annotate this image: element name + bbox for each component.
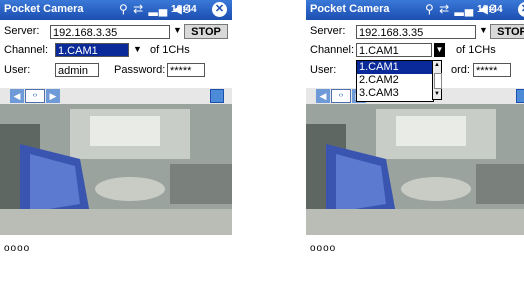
camera-nav-bar: ◀ ‹› ▶ (0, 88, 232, 104)
channel-dropdown-list: 1.CAM1 2.CAM2 3.CAM3 (356, 60, 434, 102)
password-label: ord: (451, 64, 470, 76)
phone-screen-right: Pocket Camera ⚲ ⇄ ▂▄ ◀€ 10:44 ✕ Server: … (306, 0, 524, 291)
server-field[interactable]: 192.168.3.35 (356, 25, 476, 39)
pan-icon[interactable]: ‹› (25, 89, 45, 103)
channel-count: of 1CHs (150, 44, 190, 56)
video-frame (306, 104, 524, 235)
camera-video-view (0, 104, 232, 235)
chevron-down-icon[interactable]: ▼ (173, 25, 182, 35)
video-frame (0, 104, 232, 235)
scroll-thumb[interactable] (434, 73, 442, 89)
server-label: Server: (310, 25, 346, 37)
scroll-up-icon[interactable]: ▲ (433, 61, 441, 70)
layout-icon[interactable] (210, 89, 224, 103)
channel-option[interactable]: 2.CAM2 (357, 74, 433, 87)
close-icon[interactable]: ✕ (518, 2, 524, 17)
stop-button[interactable]: STOP (490, 24, 524, 39)
server-field[interactable]: 192.168.3.35 (50, 25, 170, 39)
stop-button[interactable]: STOP (184, 24, 228, 39)
close-icon[interactable]: ✕ (212, 2, 227, 17)
prev-arrow-icon[interactable]: ◀ (316, 89, 330, 103)
layout-icon[interactable] (516, 89, 524, 103)
channel-select[interactable]: 1.CAM1 (55, 43, 129, 57)
clock: 10:44 (477, 4, 503, 15)
channel-option[interactable]: 3.CAM3 (357, 87, 433, 100)
clock: 10:44 (171, 4, 197, 15)
page-indicator: oooo (310, 243, 337, 254)
user-field[interactable]: admin (55, 63, 99, 77)
user-label: User: (310, 64, 337, 76)
app-title: Pocket Camera (310, 3, 390, 15)
server-label: Server: (4, 25, 40, 37)
dropdown-scrollbar[interactable]: ▲ ▼ (432, 60, 442, 100)
channel-select[interactable]: 1.CAM1 (356, 43, 432, 57)
prev-arrow-icon[interactable]: ◀ (10, 89, 24, 103)
page-indicator: oooo (4, 243, 31, 254)
phone-screen-left: Pocket Camera ⚲ ⇄ ▂▄ ◀€ 10:44 ✕ Server: … (0, 0, 232, 291)
password-field[interactable]: ***** (473, 63, 511, 77)
password-field[interactable]: ***** (167, 63, 205, 77)
title-bar: Pocket Camera ⚲ ⇄ ▂▄ ◀€ 10:44 ✕ (306, 0, 524, 20)
camera-video-view (306, 104, 524, 235)
chevron-down-icon[interactable]: ▼ (133, 44, 142, 54)
channel-count: of 1CHs (456, 44, 496, 56)
channel-label: Channel: (310, 44, 355, 56)
pan-icon[interactable]: ‹› (331, 89, 351, 103)
password-label: Password: (114, 64, 166, 76)
app-title: Pocket Camera (4, 3, 84, 15)
chevron-down-icon[interactable]: ▼ (434, 43, 445, 57)
channel-option[interactable]: 1.CAM1 (357, 61, 433, 74)
chevron-down-icon[interactable]: ▼ (479, 25, 488, 35)
title-bar: Pocket Camera ⚲ ⇄ ▂▄ ◀€ 10:44 ✕ (0, 0, 232, 20)
user-label: User: (4, 64, 31, 76)
channel-label: Channel: (4, 44, 49, 56)
scroll-down-icon[interactable]: ▼ (433, 90, 441, 99)
next-arrow-icon[interactable]: ▶ (46, 89, 60, 103)
